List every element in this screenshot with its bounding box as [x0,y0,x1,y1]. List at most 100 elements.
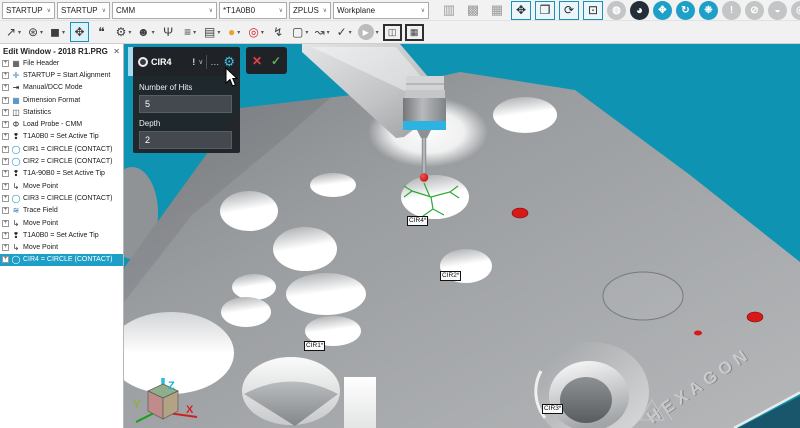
expand-icon[interactable]: + [2,71,9,79]
feature-type-icon: ◯ [11,144,21,154]
toolbar-icon-button[interactable]: ◒ [768,0,787,20]
toolbar-icon-button[interactable]: ⚙ [114,22,133,42]
toolbar-icon-button[interactable]: ◍ [607,0,626,20]
expand-icon[interactable]: + [2,121,9,129]
toolbar-icon-button[interactable]: ≡ [181,22,200,42]
toolbar-icon-button[interactable]: ❝ [92,22,111,42]
expand-icon[interactable]: + [2,96,9,104]
tree-item[interactable]: + ❢ T1A-90B0 = Set Active Tip [0,168,123,180]
feature-label[interactable]: CIR3* [542,404,564,414]
toolbar-alignments: STARTUP ∨ STARTUP ∨ CMM ∨ *T1A0B0 ∨ ZPLU… [0,0,800,21]
expand-icon[interactable]: + [2,170,9,178]
expand-icon[interactable]: + [2,133,9,141]
divider [206,54,208,69]
tree-item[interactable]: + ▦ File Header [0,57,123,69]
toolbar-icon-button[interactable]: ⊡ [583,0,603,20]
chevron-down-icon[interactable]: ∨ [198,58,203,66]
toolbar-icon-button[interactable]: ◎ [791,0,800,20]
tree-item[interactable]: + ❢ T1A0B0 = Set Active Tip [0,131,123,143]
tree-item[interactable]: + ▦ Dimension Format [0,94,123,106]
cir4-hole[interactable] [401,175,469,219]
tree-item[interactable]: + ≋ Trace Field [0,205,123,217]
toolbar-icon-button[interactable]: ▤ [203,22,222,42]
toolbar-icon-button[interactable]: ↯ [269,22,288,42]
toolbar-icon-button[interactable]: ⊛ [26,22,45,42]
expand-icon[interactable]: + [2,158,9,166]
probe-icon[interactable]: ! [192,57,195,67]
toolbar-combo[interactable]: Workplane ∨ [333,1,429,19]
toolbar-icon-button[interactable]: ● [225,22,244,42]
toolbar-icon-button[interactable]: ▶ [357,22,380,42]
tree-item-label: CIR2 = CIRCLE (CONTACT) [23,158,113,166]
toolbar-combo[interactable]: ZPLUS ∨ [289,1,331,19]
expand-icon[interactable]: + [2,207,9,215]
toolbar-icon-button[interactable]: ▢ [291,22,310,42]
tree-item[interactable]: + ↳ Move Point [0,180,123,192]
toolbar-icon-button[interactable]: ▩ [463,1,483,20]
toolbar-icon-button[interactable]: ⊘ [745,0,764,20]
expand-icon[interactable]: + [2,59,9,67]
toolbar-combo[interactable]: CMM ∨ [112,1,217,19]
more-options-button[interactable]: … [210,57,220,67]
toolbar-icon-button[interactable]: ▦ [487,1,507,20]
feature-type-icon: ❢ [12,132,20,142]
toolbar-icon-button[interactable]: ◫ [382,23,402,41]
expand-icon[interactable]: + [2,256,9,264]
toolbar-icon-button[interactable]: ❒ [535,0,555,20]
toolbar-combo[interactable]: *T1A0B0 ∨ [219,1,287,19]
toolbar-icon-button[interactable]: ◕ [630,0,649,20]
tree-item[interactable]: + ⇥ Manual/DCC Mode [0,82,123,94]
toolbar-icon-button[interactable]: ✓ [335,22,354,42]
expand-icon[interactable]: + [2,84,9,92]
mouse-cursor [225,67,239,87]
tree-item[interactable]: + ◯ CIR1 = CIRCLE (CONTACT) [0,143,123,155]
expand-icon[interactable]: + [2,108,9,116]
close-icon[interactable]: ✕ [113,47,120,56]
feature-type-icon: ◯ [11,193,21,203]
feature-label[interactable]: CIR4* [407,216,429,226]
tree-item[interactable]: + ◫ Statistics [0,106,123,118]
toolbar-icon-button[interactable]: ↻ [676,0,695,20]
toolbar-combo[interactable]: STARTUP ∨ [2,1,55,19]
toolbar-icon-button[interactable]: ✥ [70,22,89,42]
expand-icon[interactable]: + [2,244,9,252]
expand-icon[interactable]: + [2,231,9,239]
toolbar-icon-button[interactable]: ▥ [439,1,459,20]
tree-item[interactable]: + ❢ T1A0B0 = Set Active Tip [0,229,123,241]
cancel-button[interactable]: ✕ [252,55,262,67]
feature-type-icon: ▦ [12,58,20,68]
depth-input[interactable] [139,131,232,149]
toolbar-icon-button[interactable]: ↗ [4,22,23,42]
tree-item[interactable]: + ◯ CIR4 = CIRCLE (CONTACT) [0,253,123,267]
toolbar-icon-button[interactable]: ↝ [313,22,332,42]
toolbar-icon-button[interactable]: ❉ [699,0,718,20]
tree-item-label: Load Probe - CMM [23,121,83,129]
expand-icon[interactable]: + [2,194,9,202]
hits-input[interactable] [139,95,232,113]
expand-icon[interactable]: + [2,182,9,190]
tree-item[interactable]: + ✛ STARTUP = Start Alignment [0,69,123,81]
tree-item[interactable]: + ◯ CIR2 = CIRCLE (CONTACT) [0,155,123,167]
toolbar-icon-button[interactable]: ✥ [653,0,672,20]
feature-label[interactable]: CIR1* [304,341,326,351]
toolbar-icon-button[interactable]: ◼ [48,22,67,42]
toolbar-icon-button[interactable]: ☻ [136,22,156,42]
toolbar-icon-button[interactable]: Ψ [159,22,178,42]
toolbar-icon-button[interactable]: ⟳ [559,0,579,20]
toolbar-icon-button[interactable]: ▦ [404,23,424,41]
expand-icon[interactable]: + [2,145,9,153]
toolbar-icon-button[interactable]: ✥ [511,0,531,20]
expand-icon[interactable]: + [2,219,9,227]
tree-item[interactable]: + ↳ Move Point [0,217,123,229]
feature-id: CIR4 [151,56,172,67]
feature-type-icon: ◯ [11,157,21,167]
feature-label[interactable]: CIR2* [440,271,462,281]
tree-item[interactable]: + Φ Load Probe - CMM [0,118,123,130]
toolbar-icon-button[interactable]: ◎ [247,22,266,42]
tree-item[interactable]: + ↳ Move Point [0,241,123,253]
tree-item[interactable]: + ◯ CIR3 = CIRCLE (CONTACT) [0,192,123,204]
feature-dialog-header[interactable]: CIR4 ! ∨ … ⚙ [133,47,240,76]
toolbar-icon-button[interactable]: ! [722,0,741,20]
toolbar-combo[interactable]: STARTUP ∨ [57,1,110,19]
confirm-button[interactable]: ✓ [271,55,281,67]
